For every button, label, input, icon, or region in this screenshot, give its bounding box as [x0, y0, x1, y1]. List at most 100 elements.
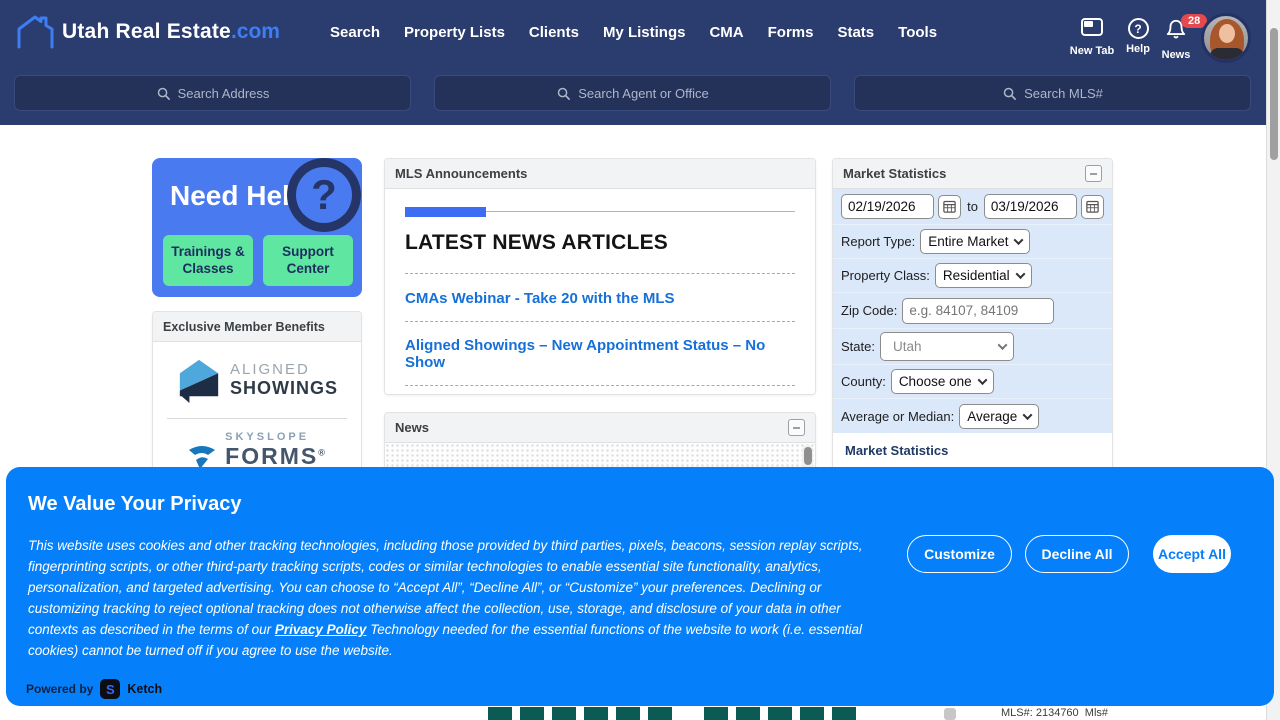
avg-median-select[interactable]: Average	[959, 404, 1039, 429]
county-row: County: Choose one	[833, 365, 1112, 399]
privacy-consent-banner: We Value Your Privacy This website uses …	[6, 467, 1274, 706]
market-statistics-header: Market Statistics	[833, 159, 1112, 189]
trainings-classes-button[interactable]: Trainings & Classes	[163, 235, 253, 286]
article-link[interactable]: Aligned Showings – New Appointment Statu…	[405, 337, 795, 371]
member-benefits-header: Exclusive Member Benefits	[153, 312, 361, 342]
scrollbar-thumb-fragment	[944, 708, 956, 720]
date-to-label: to	[965, 199, 980, 214]
search-address-input[interactable]: Search Address	[14, 75, 411, 111]
dashed-divider	[405, 385, 795, 386]
question-mark-icon: ?	[287, 158, 361, 232]
state-row: State: Utah	[833, 329, 1112, 365]
nav-clients[interactable]: Clients	[529, 24, 579, 41]
skyslope-line1: SKYSLOPE	[225, 431, 327, 443]
nav-tools[interactable]: Tools	[898, 24, 937, 41]
nav-forms[interactable]: Forms	[768, 24, 814, 41]
powered-by-label: Powered by	[26, 682, 93, 696]
chevron-down-icon	[998, 340, 1008, 350]
dashed-divider	[405, 321, 795, 322]
privacy-body: This website uses cookies and other trac…	[28, 535, 880, 661]
nav-cma[interactable]: CMA	[709, 24, 743, 41]
registered-mark: ®	[318, 447, 327, 457]
news-scrollbar-thumb[interactable]	[804, 447, 812, 465]
nav-my-listings[interactable]: My Listings	[603, 24, 686, 41]
new-tab-button[interactable]: New Tab	[1066, 18, 1118, 57]
avg-median-row: Average or Median: Average	[833, 399, 1112, 433]
date-from-input[interactable]	[841, 194, 934, 219]
zip-code-input[interactable]	[902, 298, 1054, 324]
article-link[interactable]: CMAs Webinar - Take 20 with the MLS	[405, 290, 795, 307]
powered-by-ketch[interactable]: Powered by S Ketch	[26, 679, 162, 699]
search-mls-input[interactable]: Search MLS#	[854, 75, 1251, 111]
user-avatar[interactable]	[1201, 13, 1251, 63]
report-type-label: Report Type:	[841, 234, 915, 249]
state-select[interactable]: Utah	[880, 332, 1014, 361]
ketch-label: Ketch	[127, 682, 162, 696]
search-icon	[556, 86, 571, 101]
county-select[interactable]: Choose one	[891, 369, 994, 394]
chevron-down-icon	[1023, 410, 1033, 420]
county-label: County:	[841, 374, 886, 389]
customize-button[interactable]: Customize	[907, 535, 1012, 573]
chevron-down-icon	[1014, 235, 1024, 245]
zip-code-row: Zip Code:	[833, 293, 1112, 329]
mls-number-fragment: MLS#: 2134760 Mls#	[1001, 707, 1108, 719]
report-type-select[interactable]: Entire Market	[920, 229, 1030, 254]
news-panel-header: News	[385, 413, 815, 443]
zip-code-label: Zip Code:	[841, 303, 897, 318]
house-logo-icon	[14, 14, 56, 50]
news-panel-title: News	[395, 420, 429, 435]
mls-announcements-header: MLS Announcements	[385, 159, 815, 189]
mls-announcements-panel: MLS Announcements LATEST NEWS ARTICLES C…	[384, 158, 816, 395]
logo-tld: .com	[231, 20, 280, 43]
report-type-row: Report Type: Entire Market	[833, 225, 1112, 259]
search-agent-placeholder: Search Agent or Office	[578, 86, 709, 101]
privacy-policy-link[interactable]: Privacy Policy	[275, 622, 367, 637]
results-heading: Market Statistics	[845, 443, 1100, 458]
property-class-label: Property Class:	[841, 268, 930, 283]
new-tab-label: New Tab	[1066, 45, 1118, 57]
dashed-divider	[405, 273, 795, 274]
privacy-title: We Value Your Privacy	[28, 493, 241, 516]
chevron-down-icon	[1015, 269, 1025, 279]
nav-search[interactable]: Search	[330, 24, 380, 41]
news-button[interactable]: 28 News	[1150, 18, 1202, 61]
date-to-input[interactable]	[984, 194, 1077, 219]
market-statistics-title: Market Statistics	[843, 166, 946, 181]
avatar-body	[1210, 48, 1244, 63]
avatar-face	[1219, 24, 1235, 43]
search-address-placeholder: Search Address	[178, 86, 270, 101]
aligned-showings-logo[interactable]: ALIGNED SHOWINGS	[153, 342, 361, 404]
skyslope-forms-logo[interactable]: SKYSLOPE FORMS®	[153, 419, 361, 472]
calendar-icon[interactable]	[938, 195, 961, 219]
property-class-select[interactable]: Residential	[935, 263, 1032, 288]
logo-text: Utah Real Estate	[62, 20, 231, 43]
search-mls-placeholder: Search MLS#	[1024, 86, 1103, 101]
aligned-line1: ALIGNED	[230, 361, 338, 378]
latest-news-heading: LATEST NEWS ARTICLES	[405, 231, 795, 255]
nav-property-lists[interactable]: Property Lists	[404, 24, 505, 41]
page-scrollbar-thumb[interactable]	[1270, 28, 1278, 160]
collapse-icon[interactable]	[788, 419, 805, 436]
site-logo[interactable]: Utah Real Estate.com	[14, 14, 280, 50]
utah-real-estate-app: Utah Real Estate.com Search Property Lis…	[0, 0, 1280, 720]
support-center-button[interactable]: Support Center	[263, 235, 353, 286]
search-agent-input[interactable]: Search Agent or Office	[434, 75, 831, 111]
avg-median-label: Average or Median:	[841, 409, 954, 424]
new-tab-icon	[1081, 18, 1103, 36]
top-header: Utah Real Estate.com Search Property Lis…	[0, 0, 1280, 125]
ketch-icon: S	[100, 679, 120, 699]
aligned-line2: SHOWINGS	[230, 378, 338, 399]
aligned-showings-icon	[176, 356, 222, 404]
member-benefits-title: Exclusive Member Benefits	[163, 320, 325, 334]
main-nav: Search Property Lists Clients My Listing…	[330, 24, 937, 41]
calendar-icon[interactable]	[1081, 195, 1104, 219]
mls-announcements-title: MLS Announcements	[395, 166, 527, 181]
skyslope-line2: FORMS®	[225, 443, 327, 470]
news-label: News	[1150, 49, 1202, 61]
accept-all-button[interactable]: Accept All	[1153, 535, 1231, 573]
nav-stats[interactable]: Stats	[837, 24, 874, 41]
decline-all-button[interactable]: Decline All	[1025, 535, 1129, 573]
state-label: State:	[841, 339, 875, 354]
collapse-icon[interactable]	[1085, 165, 1102, 182]
